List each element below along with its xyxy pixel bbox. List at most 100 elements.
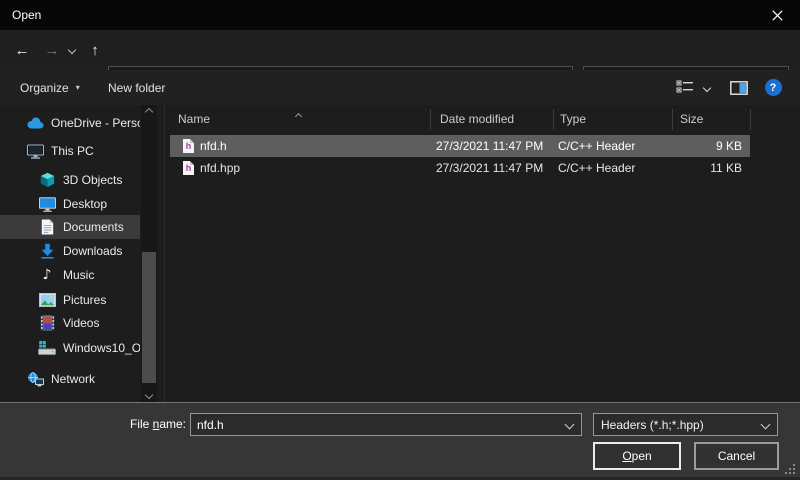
preview-pane-button[interactable] bbox=[726, 70, 752, 105]
videos-icon bbox=[38, 315, 56, 331]
this-pc-icon bbox=[26, 144, 44, 159]
sort-ascending-icon bbox=[296, 108, 301, 122]
sidebar-item-label: 3D Objects bbox=[63, 173, 122, 187]
sidebar-item-music[interactable]: ♪ Music bbox=[0, 263, 140, 287]
documents-icon bbox=[38, 219, 56, 235]
pictures-icon bbox=[38, 293, 56, 307]
scroll-down-button[interactable] bbox=[141, 388, 157, 402]
chevron-down-icon bbox=[565, 420, 575, 430]
back-icon: ← bbox=[15, 42, 30, 59]
up-button[interactable]: ↑ bbox=[82, 30, 108, 70]
column-header-size[interactable]: Size bbox=[680, 105, 703, 134]
file-list: Name Date modified Type Size h nfd.h 27/… bbox=[165, 105, 800, 402]
up-icon: ↑ bbox=[91, 42, 99, 59]
sidebar-item-3d-objects[interactable]: 3D Objects bbox=[0, 168, 140, 192]
titlebar: Open bbox=[0, 0, 800, 30]
chevron-down-icon bbox=[68, 46, 76, 54]
sidebar-item-this-pc[interactable]: This PC bbox=[0, 139, 140, 163]
header-file-icon: h bbox=[183, 161, 194, 175]
close-icon bbox=[772, 10, 783, 21]
column-header-date-modified[interactable]: Date modified bbox=[440, 105, 514, 134]
chevron-down-icon bbox=[761, 420, 771, 430]
sidebar-item-label: Desktop bbox=[63, 197, 107, 211]
sidebar-item-desktop[interactable]: Desktop bbox=[0, 192, 140, 216]
music-icon: ♪ bbox=[38, 267, 56, 283]
navigation-sidebar: OneDrive - Persor This PC 3D Objects Des… bbox=[0, 105, 165, 402]
forward-icon: → bbox=[45, 42, 60, 59]
sidebar-item-windows10-os[interactable]: Windows10_OS ( bbox=[0, 336, 140, 360]
file-type-value: Headers (*.h;*.hpp) bbox=[594, 418, 704, 432]
main-area: OneDrive - Persor This PC 3D Objects Des… bbox=[0, 105, 800, 402]
cancel-button-label: Cancel bbox=[718, 449, 755, 463]
os-drive-icon bbox=[38, 340, 56, 356]
column-divider[interactable] bbox=[672, 109, 673, 130]
close-button[interactable] bbox=[755, 0, 800, 30]
file-row-nfd-hpp[interactable]: h nfd.hpp 27/3/2021 11:47 PM C/C++ Heade… bbox=[170, 157, 750, 179]
column-divider[interactable] bbox=[553, 109, 554, 130]
column-divider[interactable] bbox=[750, 109, 751, 130]
sidebar-item-label: Pictures bbox=[63, 293, 106, 307]
file-row-nfd-h[interactable]: h nfd.h 27/3/2021 11:47 PM C/C++ Header … bbox=[170, 135, 750, 157]
chevron-down-icon bbox=[145, 391, 153, 399]
open-file-dialog: Open ← → ↑ « GitHub › nativefiledialog ›… bbox=[0, 0, 800, 480]
sidebar-item-label: This PC bbox=[51, 144, 94, 158]
column-header-name[interactable]: Name bbox=[178, 105, 210, 134]
file-type: C/C++ Header bbox=[558, 135, 635, 157]
cancel-button[interactable]: Cancel bbox=[694, 442, 779, 470]
sidebar-item-label: Music bbox=[63, 268, 94, 282]
file-size: 9 KB bbox=[670, 135, 742, 157]
recent-locations-button[interactable] bbox=[64, 30, 80, 70]
sidebar-item-label: Documents bbox=[63, 220, 124, 234]
view-mode-button[interactable] bbox=[672, 70, 698, 105]
navigation-bar: ← → ↑ « GitHub › nativefiledialog › src … bbox=[0, 30, 800, 70]
sidebar-item-label: Windows10_OS ( bbox=[63, 341, 140, 355]
file-name: nfd.h bbox=[200, 139, 227, 153]
sidebar-item-label: Videos bbox=[63, 316, 99, 330]
list-view-icon bbox=[676, 80, 694, 95]
open-button[interactable]: Open bbox=[593, 442, 681, 470]
preview-pane-icon bbox=[730, 81, 748, 95]
chevron-down-icon bbox=[703, 83, 711, 91]
sidebar-item-pictures[interactable]: Pictures bbox=[0, 288, 140, 312]
file-size: 11 KB bbox=[670, 157, 742, 179]
back-button[interactable]: ← bbox=[8, 30, 36, 70]
file-name-combobox[interactable] bbox=[190, 413, 582, 436]
downloads-icon bbox=[38, 243, 56, 259]
file-name-label: File name: bbox=[70, 413, 186, 436]
sidebar-item-network[interactable]: Network bbox=[0, 367, 140, 391]
file-date-modified: 27/3/2021 11:47 PM bbox=[436, 135, 543, 157]
dropdown-arrow-icon: ▾ bbox=[76, 83, 80, 92]
desktop-icon bbox=[38, 197, 56, 212]
scrollbar-thumb[interactable] bbox=[142, 252, 156, 383]
help-icon: ? bbox=[765, 79, 782, 96]
onedrive-cloud-icon bbox=[26, 117, 44, 129]
sidebar-scrollbar[interactable] bbox=[141, 105, 157, 402]
help-button[interactable]: ? bbox=[760, 70, 786, 105]
resize-grip[interactable] bbox=[785, 464, 795, 474]
view-mode-dropdown-button[interactable] bbox=[699, 70, 715, 105]
sidebar-item-downloads[interactable]: Downloads bbox=[0, 239, 140, 263]
sidebar-item-documents[interactable]: Documents bbox=[0, 215, 140, 239]
file-date-modified: 27/3/2021 11:47 PM bbox=[436, 157, 543, 179]
sidebar-item-videos[interactable]: Videos bbox=[0, 311, 140, 335]
organize-label: Organize bbox=[20, 81, 69, 95]
new-folder-button[interactable]: New folder bbox=[108, 70, 165, 105]
file-type: C/C++ Header bbox=[558, 157, 635, 179]
open-button-label: Open bbox=[622, 449, 651, 463]
network-icon bbox=[26, 372, 44, 387]
column-headers: Name Date modified Type Size bbox=[165, 105, 800, 134]
column-divider[interactable] bbox=[430, 109, 431, 130]
toolbar: Organize ▾ New folder ? bbox=[0, 70, 800, 105]
header-file-icon: h bbox=[183, 139, 194, 153]
forward-button[interactable]: → bbox=[38, 30, 66, 70]
sidebar-item-label: Downloads bbox=[63, 244, 122, 258]
file-type-combobox[interactable]: Headers (*.h;*.hpp) bbox=[593, 413, 778, 436]
file-name: nfd.hpp bbox=[200, 161, 240, 175]
scroll-up-button[interactable] bbox=[141, 105, 157, 119]
file-name-input[interactable] bbox=[191, 418, 566, 432]
organize-button[interactable]: Organize ▾ bbox=[20, 70, 80, 105]
3d-objects-icon bbox=[38, 172, 56, 188]
column-header-type[interactable]: Type bbox=[560, 105, 586, 134]
sidebar-item-onedrive[interactable]: OneDrive - Persor bbox=[0, 111, 140, 135]
new-folder-label: New folder bbox=[108, 81, 165, 95]
